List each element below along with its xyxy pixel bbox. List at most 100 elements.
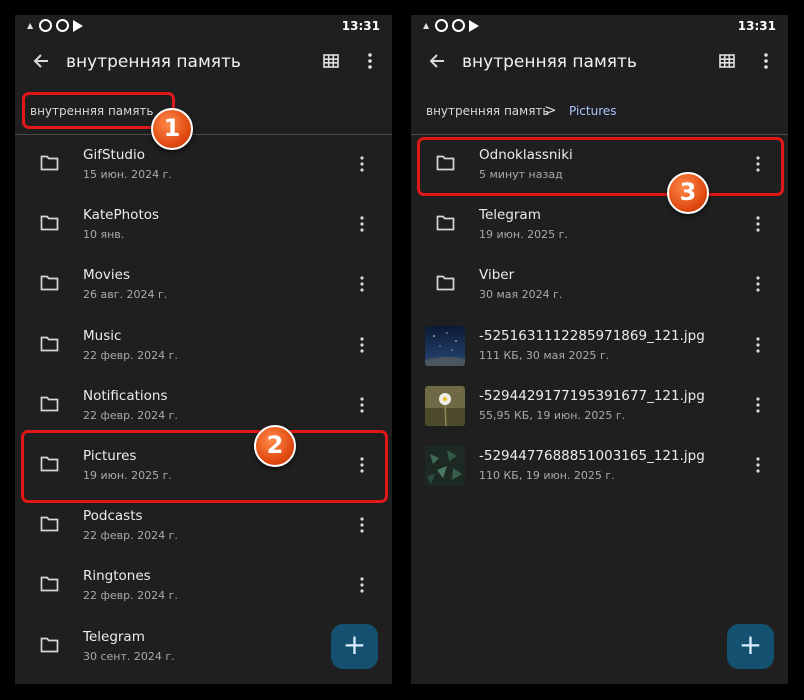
- list-item[interactable]: -5294477688851003165_121.jpg 110 КБ, 19 …: [411, 436, 788, 496]
- folder-icon: [436, 276, 455, 291]
- list-item[interactable]: Movies 26 авг. 2024 г.: [15, 255, 392, 315]
- item-name: Ringtones: [83, 568, 151, 585]
- list-item[interactable]: Notifications 22 февр. 2024 г.: [15, 376, 392, 436]
- item-more-icon[interactable]: [751, 336, 765, 354]
- item-more-icon[interactable]: [355, 516, 369, 534]
- item-meta: 22 февр. 2024 г.: [83, 529, 178, 543]
- step-badge-1: 1: [151, 108, 193, 150]
- step-badge-3: 3: [667, 172, 709, 214]
- breadcrumb-root[interactable]: внутренняя память: [30, 104, 154, 118]
- create-fab-button[interactable]: +: [727, 624, 774, 669]
- folder-icon: [40, 637, 59, 652]
- image-thumbnail: [425, 445, 465, 486]
- list-item[interactable]: Viber 30 мая 2024 г.: [411, 255, 788, 315]
- item-more-icon[interactable]: [355, 396, 369, 414]
- list-item[interactable]: Telegram 19 июн. 2025 г.: [411, 195, 788, 255]
- item-meta: 15 июн. 2024 г.: [83, 168, 172, 181]
- item-more-icon[interactable]: [751, 275, 765, 293]
- item-name: Odnoklassniki: [479, 147, 573, 163]
- breadcrumb: внутренняя память > Pictures: [411, 89, 788, 135]
- item-meta: 19 июн. 2025 г.: [479, 228, 568, 242]
- item-meta: 22 февр. 2024 г.: [83, 348, 178, 362]
- folder-icon: [40, 276, 59, 291]
- back-arrow-icon[interactable]: [31, 51, 51, 71]
- item-more-icon[interactable]: [751, 215, 765, 233]
- list-item[interactable]: GifStudio 15 июн. 2024 г.: [15, 135, 392, 195]
- item-name: Viber: [479, 267, 515, 284]
- item-more-icon[interactable]: [355, 215, 369, 233]
- list-item[interactable]: -5251631112285971869_121.jpg 111 КБ, 30 …: [411, 316, 788, 376]
- item-more-icon[interactable]: [355, 576, 369, 594]
- item-more-icon[interactable]: [355, 336, 369, 354]
- status-time: 13:31: [737, 19, 776, 33]
- breadcrumb-root[interactable]: внутренняя память: [426, 104, 550, 118]
- list-item-odnoklassniki[interactable]: Odnoklassniki 5 минут назад: [411, 135, 788, 195]
- image-thumbnail: [425, 325, 465, 366]
- list-item-pictures[interactable]: Pictures 19 июн. 2025 г.: [15, 436, 392, 496]
- list-item[interactable]: Ringtones 22 февр. 2024 г.: [15, 556, 392, 616]
- back-arrow-icon[interactable]: [427, 51, 447, 71]
- folder-icon: [40, 155, 59, 171]
- list-item[interactable]: KatePhotos 10 янв.: [15, 195, 392, 255]
- item-meta: 30 мая 2024 г.: [479, 288, 563, 302]
- app-bar: внутренняя память: [411, 37, 788, 89]
- item-meta: 22 февр. 2024 г.: [83, 589, 178, 603]
- list-item[interactable]: Music 22 февр. 2024 г.: [15, 316, 392, 376]
- folder-icon: [436, 155, 455, 171]
- breadcrumb: внутренняя память: [15, 89, 392, 135]
- whatsapp-icon: [39, 19, 53, 32]
- whatsapp-icon: [435, 19, 449, 32]
- breadcrumb-current[interactable]: Pictures: [569, 104, 617, 118]
- status-time: 13:31: [341, 19, 380, 33]
- notification-a-icon: ▲: [27, 21, 34, 30]
- status-bar: ▲ 13:31: [15, 15, 392, 37]
- play-icon: [73, 19, 84, 32]
- folder-icon: [40, 336, 59, 351]
- item-meta: 5 минут назад: [479, 168, 563, 181]
- item-more-icon[interactable]: [751, 396, 765, 414]
- folder-icon: [436, 215, 455, 231]
- item-name: Movies: [83, 267, 130, 284]
- list-item[interactable]: -5294429177195391677_121.jpg 55,95 КБ, 1…: [411, 376, 788, 436]
- item-meta: 26 авг. 2024 г.: [83, 288, 168, 302]
- item-name: -5251631112285971869_121.jpg: [479, 327, 705, 344]
- item-more-icon[interactable]: [355, 275, 369, 293]
- more-options-icon[interactable]: [362, 51, 378, 71]
- folder-icon: [40, 456, 59, 472]
- item-name: Pictures: [83, 447, 137, 464]
- folder-icon: [40, 516, 59, 532]
- item-name: Podcasts: [83, 508, 143, 525]
- item-more-icon[interactable]: [355, 155, 369, 173]
- item-meta: 22 февр. 2024 г.: [83, 408, 178, 422]
- list-item[interactable]: Podcasts 22 февр. 2024 г.: [15, 496, 392, 556]
- more-options-icon[interactable]: [758, 51, 774, 71]
- item-name: Music: [83, 327, 122, 344]
- item-meta: 55,95 КБ, 19 июн. 2025 г.: [479, 408, 626, 422]
- item-name: -5294429177195391677_121.jpg: [479, 387, 705, 404]
- grid-view-icon[interactable]: [323, 54, 339, 68]
- folder-icon: [40, 396, 59, 412]
- item-name: KatePhotos: [83, 207, 160, 224]
- item-name: GifStudio: [83, 147, 145, 163]
- play-icon: [469, 19, 480, 32]
- item-more-icon[interactable]: [355, 456, 369, 474]
- item-more-icon[interactable]: [751, 155, 765, 173]
- item-meta: 10 янв.: [83, 228, 125, 242]
- right-screen: ▲ 13:31 внутренняя память внутренняя пам…: [411, 15, 788, 684]
- create-fab-button[interactable]: +: [331, 624, 378, 669]
- item-name: -5294477688851003165_121.jpg: [479, 447, 705, 464]
- grid-view-icon[interactable]: [719, 54, 735, 68]
- item-more-icon[interactable]: [751, 456, 765, 474]
- status-bar: ▲ 13:31: [411, 15, 788, 37]
- folder-icon: [40, 576, 59, 592]
- page-title: внутренняя память: [66, 52, 241, 72]
- page-title: внутренняя память: [462, 52, 637, 72]
- item-meta: 110 КБ, 19 июн. 2025 г.: [479, 468, 615, 482]
- file-list: Odnoklassniki 5 минут назад Telegram 19 …: [411, 135, 788, 496]
- left-screen: ▲ 13:31 внутренняя память внутренняя пам…: [15, 15, 392, 684]
- folder-icon: [40, 215, 59, 231]
- chevron-right-icon: >: [544, 101, 557, 119]
- item-name: Notifications: [83, 387, 168, 404]
- app-bar: внутренняя память: [15, 37, 392, 89]
- item-meta: 111 КБ, 30 мая 2025 г.: [479, 348, 610, 362]
